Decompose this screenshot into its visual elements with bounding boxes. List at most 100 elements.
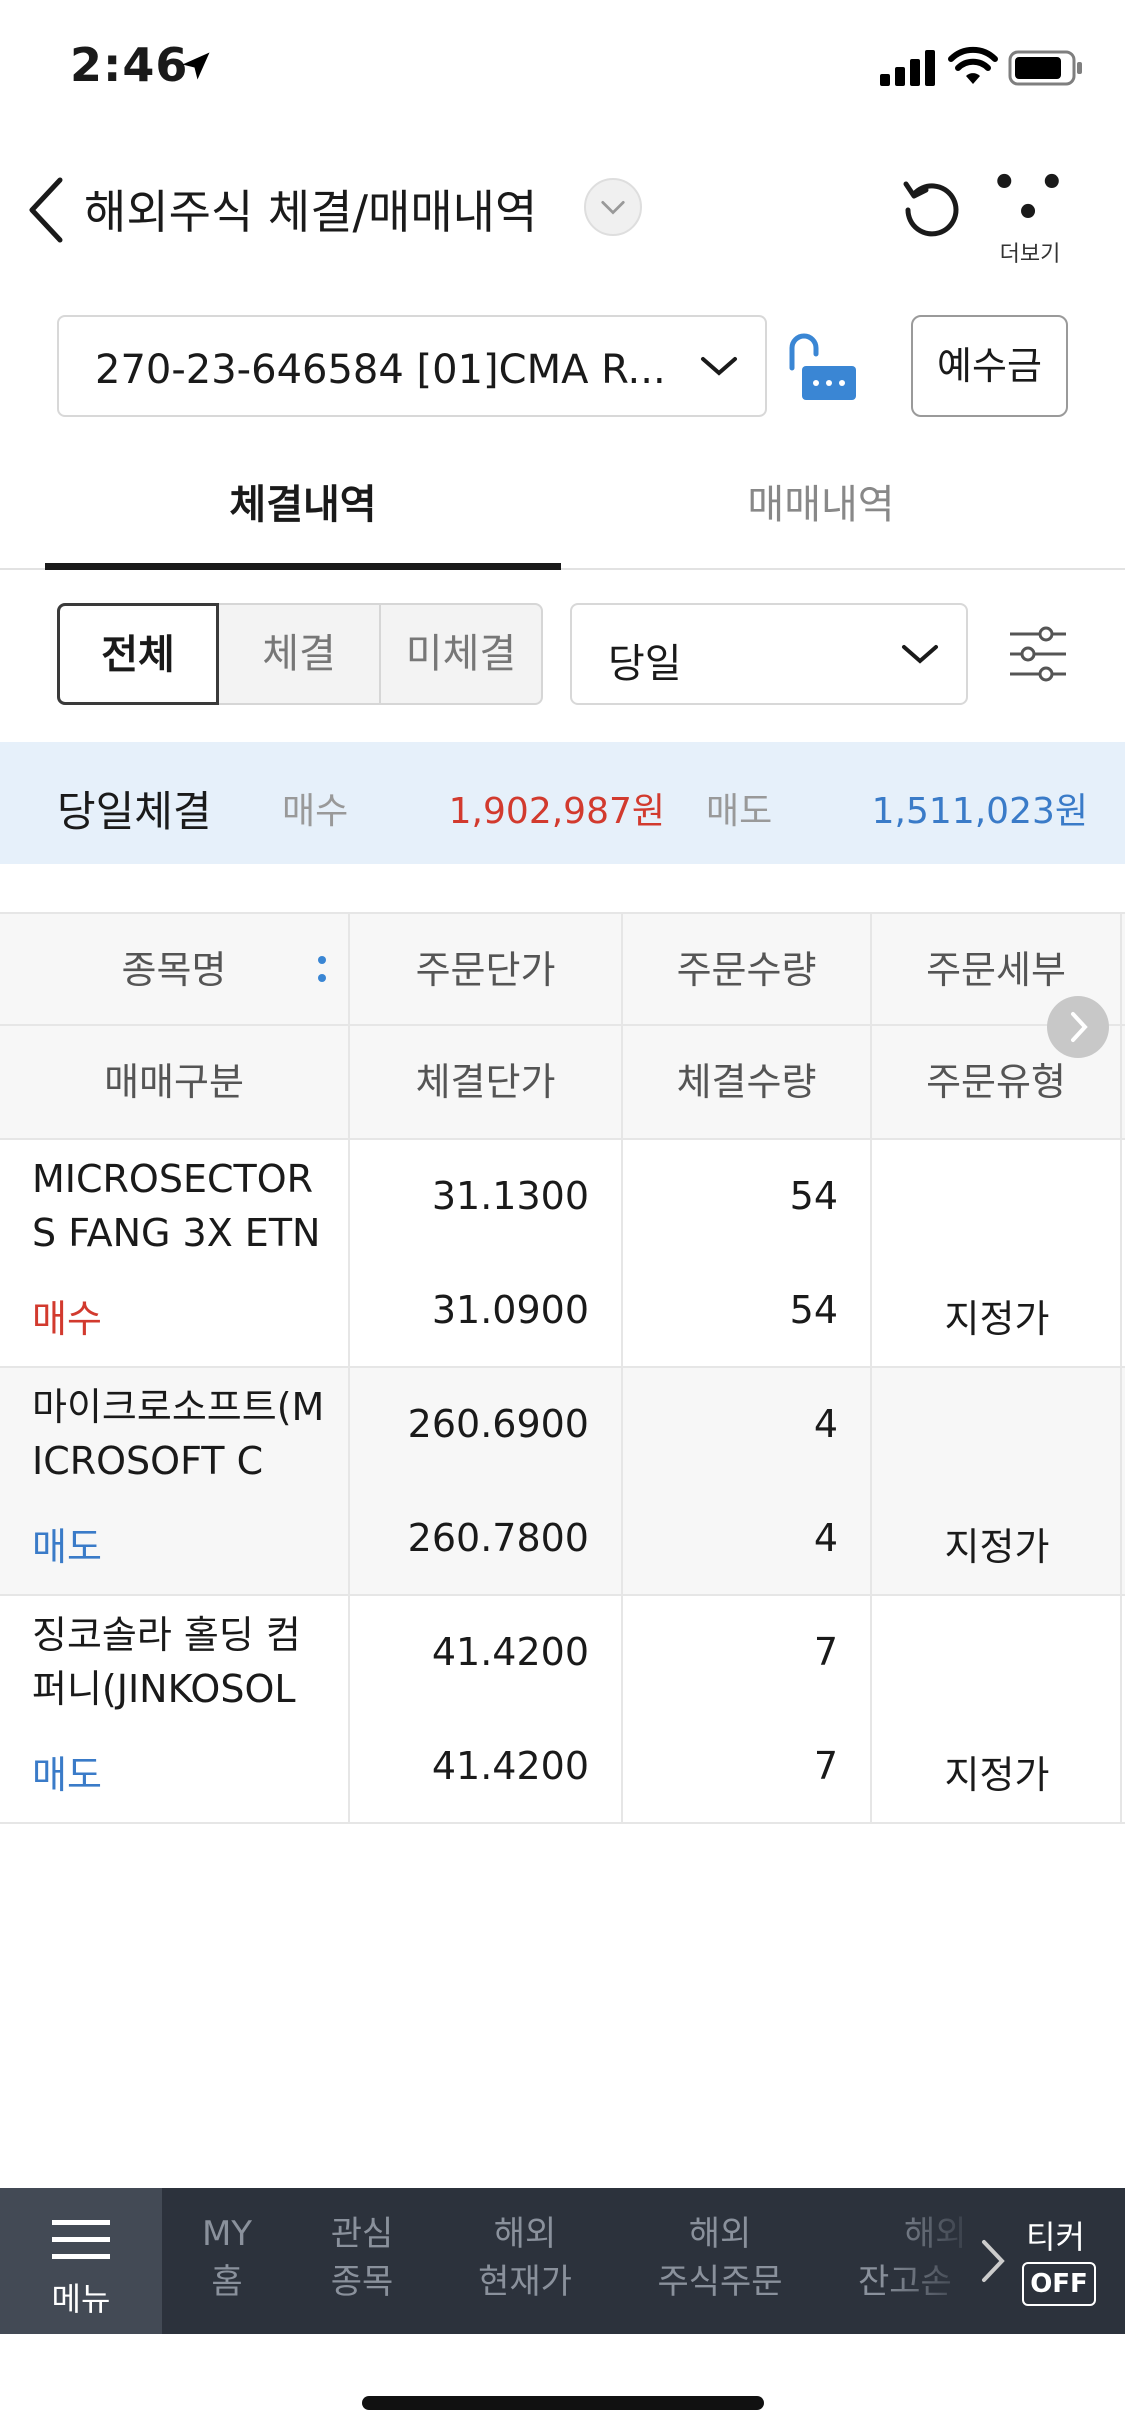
ticker-label: 티커	[1026, 2218, 1085, 2256]
trade-side: 매도	[32, 1525, 102, 1569]
exec-qty: 4	[813, 1516, 838, 1560]
header-trade-side: 매매구분	[0, 1026, 350, 1138]
exec-price: 41.4200	[431, 1744, 589, 1788]
filter-executed-button[interactable]: 체결	[217, 603, 381, 705]
cell-price: 41.4200 41.4200	[350, 1596, 623, 1822]
nav-item-overseas-order[interactable]: 해외 주식주문	[640, 2210, 800, 2306]
nav-fade	[880, 2188, 980, 2334]
nav-item-line2: 주식주문	[657, 2262, 783, 2302]
daily-execution-summary: 당일체결 매수 1,902,987원 매도 1,511,023원	[0, 742, 1125, 864]
table-row[interactable]: 마이크로소프트(MICROSOFT C 매도 260.6900 260.7800…	[0, 1368, 1125, 1596]
cell-type: 지정가	[872, 1140, 1122, 1366]
menu-label: 메뉴	[51, 2280, 111, 2318]
table-header-row: 종목명 주문단가 주문수량 주문세부	[0, 912, 1125, 1026]
nav-item-line2: 현재가	[478, 2262, 572, 2302]
cell-type: 지정가	[872, 1596, 1122, 1822]
bottom-navigation: 메뉴 MY 홈 관심 종목 해외 현재가 해외 주식주문 해외 잔고손 티커 O…	[0, 2188, 1125, 2334]
filter-settings-icon[interactable]	[1006, 622, 1070, 686]
more-label: 더보기	[999, 242, 1061, 267]
cell-type: 지정가	[872, 1368, 1122, 1594]
cell-price: 260.6900 260.7800	[350, 1368, 623, 1594]
exec-qty: 54	[789, 1288, 838, 1332]
more-button[interactable]: • • • 더보기	[990, 160, 1070, 267]
header-stock-name: 종목명	[0, 914, 350, 1026]
cell-stock: 징코솔라 홀딩 컴퍼니(JINKOSOL 매도	[0, 1596, 350, 1822]
page-title: 해외주식 체결/매매내역	[84, 185, 538, 239]
period-select[interactable]: 당일	[570, 603, 968, 705]
column-options-icon[interactable]	[316, 952, 328, 988]
chevron-down-icon	[601, 200, 625, 215]
order-type: 지정가	[944, 1525, 1050, 1569]
header-order-qty: 주문수량	[623, 914, 872, 1026]
menu-button[interactable]: 메뉴	[0, 2188, 162, 2334]
battery-icon	[1008, 50, 1082, 86]
deposit-button[interactable]: 예수금	[911, 315, 1068, 417]
summary-buy-label: 매수	[282, 791, 349, 832]
nav-item-line1: 관심	[330, 2214, 394, 2254]
hamburger-menu-icon	[52, 2220, 110, 2259]
exec-qty: 7	[813, 1744, 838, 1788]
table-row[interactable]: 징코솔라 홀딩 컴퍼니(JINKOSOL 매도 41.4200 41.4200 …	[0, 1596, 1125, 1824]
status-bar: 2:46	[0, 0, 1125, 140]
cell-stock: MICROSECTORS FANG 3X ETN 매수	[0, 1140, 350, 1366]
exec-price: 260.7800	[407, 1516, 589, 1560]
chevron-down-icon	[902, 645, 938, 664]
summary-sell-amount: 1,511,023원	[871, 791, 1088, 832]
order-type: 지정가	[944, 1297, 1050, 1341]
filter-all-button[interactable]: 전체	[57, 603, 219, 705]
app-header: 해외주식 체결/매매내역 • • • 더보기	[0, 150, 1125, 270]
header-exec-price: 체결단가	[350, 1026, 623, 1138]
ticker-toggle[interactable]: OFF	[1022, 2262, 1096, 2306]
chevron-right-icon[interactable]	[980, 2236, 1008, 2286]
refresh-icon[interactable]	[900, 176, 962, 238]
nav-item-line1: MY	[201, 2214, 253, 2254]
account-number: 270-23-646584 [01]CMA R...	[95, 347, 666, 393]
tab-trades[interactable]: 매매내역	[563, 460, 1079, 570]
tab-bar: 체결내역 매매내역	[0, 460, 1125, 570]
order-price: 41.4200	[431, 1630, 589, 1674]
unlock-password-icon[interactable]	[782, 332, 858, 402]
stock-name: 마이크로소프트(MICROSOFT C	[32, 1385, 325, 1483]
summary-title: 당일체결	[57, 787, 212, 836]
table-header-row: 매매구분 체결단가 체결수량 주문유형	[0, 1026, 1125, 1140]
account-select[interactable]: 270-23-646584 [01]CMA R...	[57, 315, 767, 417]
nav-item-my-home[interactable]: MY 홈	[192, 2210, 262, 2306]
order-price: 260.6900	[407, 1402, 589, 1446]
nav-item-line2: 종목	[330, 2262, 394, 2302]
order-qty: 4	[813, 1402, 838, 1446]
home-indicator[interactable]	[362, 2396, 764, 2410]
filter-unexecuted-button[interactable]: 미체결	[379, 603, 543, 705]
exec-price: 31.0900	[431, 1288, 589, 1332]
nav-item-line1: 해외	[493, 2214, 557, 2254]
nav-item-overseas-price[interactable]: 해외 현재가	[460, 2210, 590, 2306]
summary-buy-amount: 1,902,987원	[448, 791, 665, 832]
period-value: 당일	[608, 641, 682, 687]
cell-qty: 4 4	[623, 1368, 872, 1594]
more-dots-icon: • • •	[991, 160, 1069, 236]
nav-item-watchlist[interactable]: 관심 종목	[312, 2210, 412, 2306]
cell-qty: 7 7	[623, 1596, 872, 1822]
location-arrow-icon	[182, 52, 210, 80]
tab-executions[interactable]: 체결내역	[45, 460, 561, 570]
scroll-right-button[interactable]	[1047, 996, 1109, 1058]
header-order-price: 주문단가	[350, 914, 623, 1026]
table-row[interactable]: MICROSECTORS FANG 3X ETN 매수 31.1300 31.0…	[0, 1140, 1125, 1368]
trade-side: 매도	[32, 1753, 102, 1797]
nav-item-line2: 홈	[211, 2262, 243, 2302]
summary-sell-label: 매도	[706, 791, 773, 832]
chevron-down-icon	[701, 357, 737, 376]
order-type: 지정가	[944, 1753, 1050, 1797]
cellular-signal-icon	[880, 50, 935, 86]
cell-qty: 54 54	[623, 1140, 872, 1366]
back-arrow-icon[interactable]	[20, 172, 70, 248]
trade-side: 매수	[32, 1297, 102, 1341]
stock-name: MICROSECTORS FANG 3X ETN	[32, 1157, 321, 1255]
wifi-icon	[948, 46, 998, 84]
cell-price: 31.1300 31.0900	[350, 1140, 623, 1366]
status-time: 2:46	[70, 38, 189, 92]
order-qty: 7	[813, 1630, 838, 1674]
title-dropdown-button[interactable]	[584, 178, 642, 236]
chevron-right-icon	[1071, 1012, 1088, 1042]
cell-stock: 마이크로소프트(MICROSOFT C 매도	[0, 1368, 350, 1594]
header-exec-qty: 체결수량	[623, 1026, 872, 1138]
